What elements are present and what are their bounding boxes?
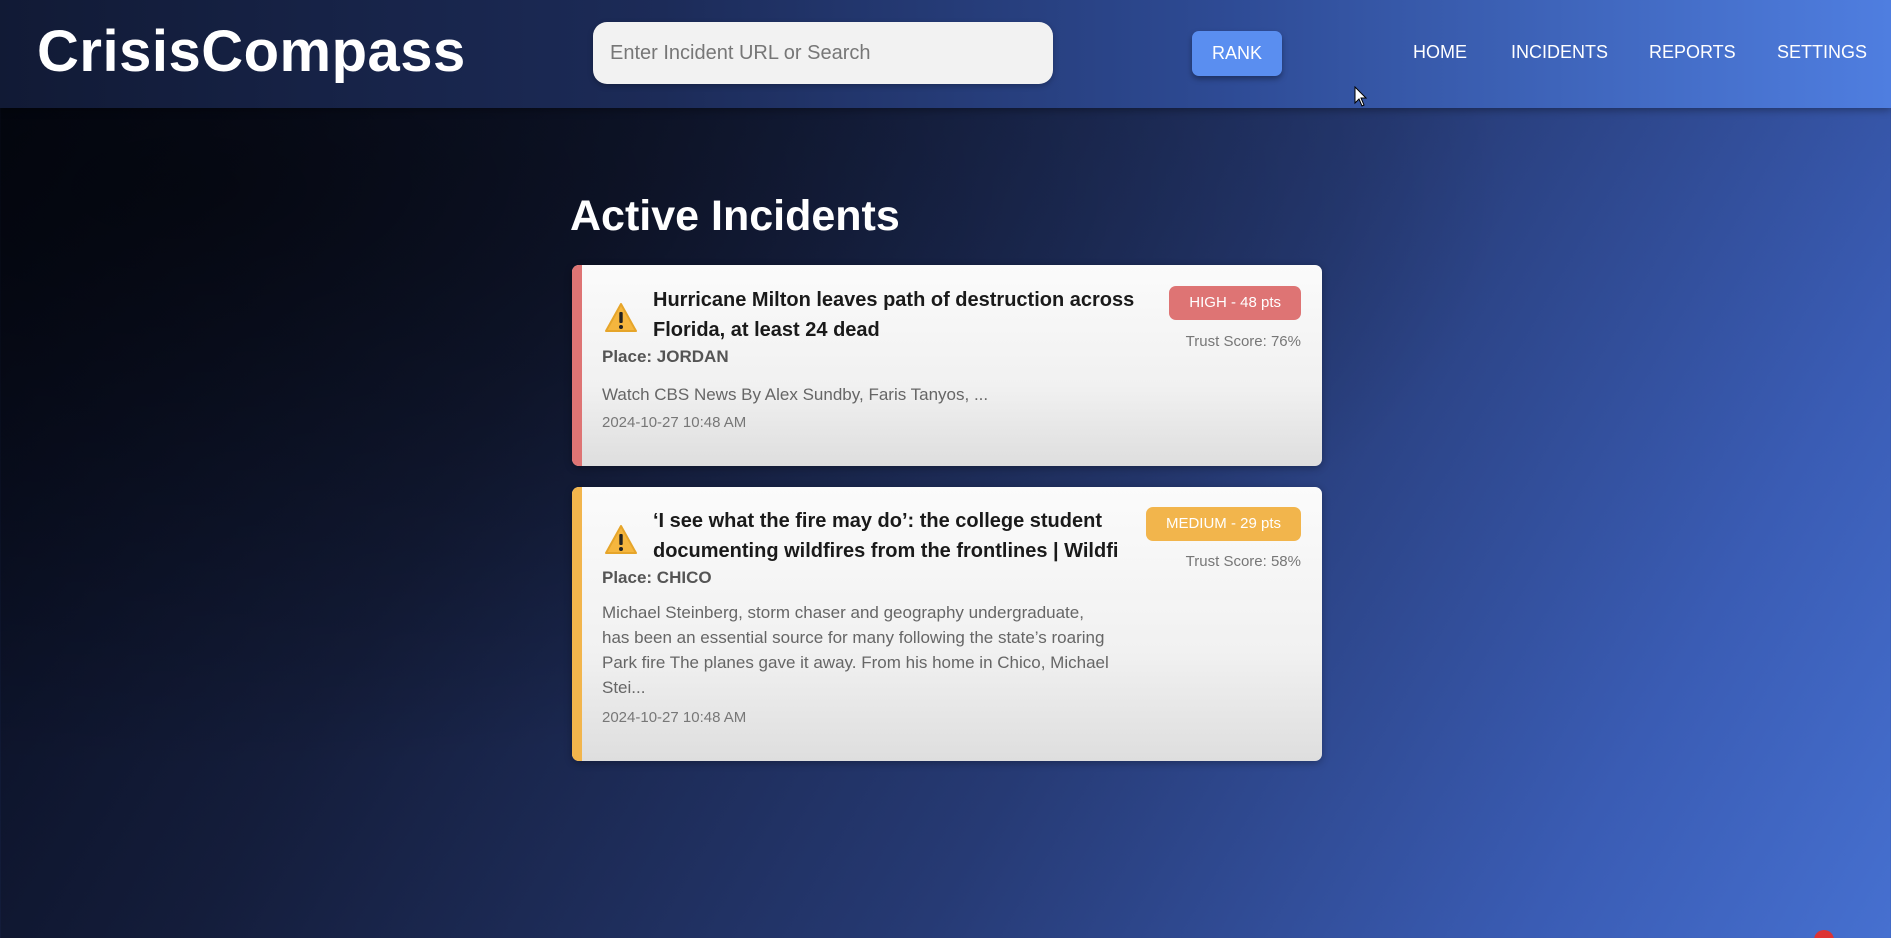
warning-icon <box>605 303 637 332</box>
page-title: Active Incidents <box>570 192 900 240</box>
top-navbar: CrisisCompass RANK HOME INCIDENTS REPORT… <box>0 0 1891 108</box>
summary-line: has been an essential source for many fo… <box>602 628 1105 647</box>
severity-badge: MEDIUM - 29 pts <box>1145 507 1301 541</box>
incident-summary: Watch CBS News By Alex Sundby, Faris Tan… <box>602 385 989 404</box>
summary-line: Michael Steinberg, storm chaser and geog… <box>602 603 1084 622</box>
severity-badge: HIGH - 48 pts <box>1169 286 1301 320</box>
background-overlay <box>0 0 1891 938</box>
nav-incidents[interactable]: INCIDENTS <box>1511 42 1608 63</box>
summary-line: Park fire The planes gave it away. From … <box>602 653 1109 672</box>
notification-dot <box>1814 930 1834 938</box>
incident-place: Place: JORDAN <box>602 347 729 366</box>
nav-reports[interactable]: REPORTS <box>1649 42 1736 63</box>
mouse-cursor-icon <box>1354 86 1368 107</box>
incident-title-line-2[interactable]: documenting wildfires from the frontline… <box>653 536 1143 566</box>
incident-timestamp: 2024-10-27 10:48 AM <box>602 709 747 726</box>
warning-icon <box>605 525 637 554</box>
incident-place: Place: CHICO <box>602 568 712 587</box>
trust-score: Trust Score: 58% <box>1185 553 1301 570</box>
main-nav: HOME INCIDENTS REPORTS SETTINGS <box>0 42 1891 66</box>
incident-card[interactable]: ‘I see what the fire may do’: the colleg… <box>572 487 1322 761</box>
severity-stripe <box>572 265 582 466</box>
incident-title-line-1[interactable]: Hurricane Milton leaves path of destruct… <box>653 285 1153 315</box>
nav-settings[interactable]: SETTINGS <box>1777 42 1867 63</box>
incident-title-line-2[interactable]: Florida, at least 24 dead <box>653 315 1153 345</box>
severity-stripe <box>572 487 582 761</box>
incident-title-line-1[interactable]: ‘I see what the fire may do’: the colleg… <box>653 506 1143 536</box>
incident-card[interactable]: Hurricane Milton leaves path of destruct… <box>572 265 1322 466</box>
incident-timestamp: 2024-10-27 10:48 AM <box>602 414 747 431</box>
trust-score: Trust Score: 76% <box>1185 333 1301 350</box>
incident-summary: Michael Steinberg, storm chaser and geog… <box>602 600 1142 700</box>
nav-home[interactable]: HOME <box>1413 42 1467 63</box>
summary-line: Stei... <box>602 678 646 697</box>
